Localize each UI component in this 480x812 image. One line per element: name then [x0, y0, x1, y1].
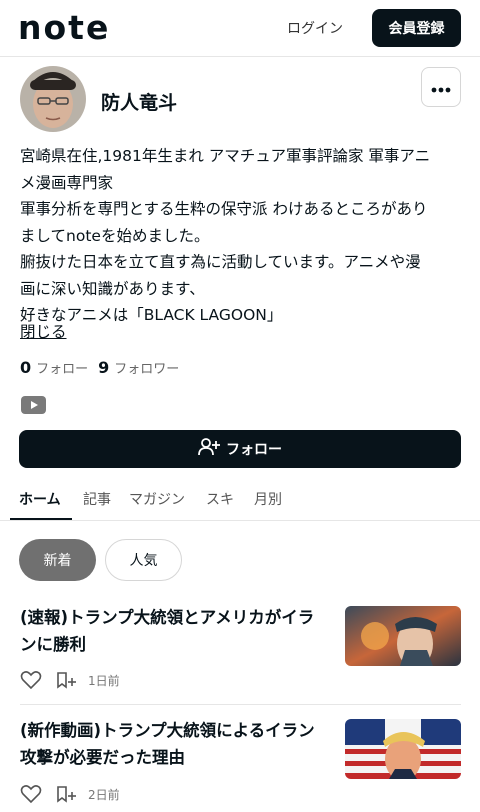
tab-likes[interactable]: スキ [206, 489, 234, 509]
follow-button[interactable]: フォロー [19, 430, 461, 468]
tab-magazines[interactable]: マガジン [129, 489, 185, 509]
followers-label[interactable]: フォロワー [114, 358, 179, 377]
active-tab-indicator [10, 518, 72, 520]
bio-line: ましてnoteを始めました。 [20, 226, 210, 245]
add-to-magazine-icon[interactable] [56, 670, 78, 690]
tab-home[interactable]: ホーム [19, 489, 61, 509]
article-meta: 2日前 [20, 782, 120, 806]
article-meta: 1日前 [20, 668, 120, 692]
register-button[interactable]: 会員登録 [372, 9, 461, 47]
bio-line: 腑抜けた日本を立て直す為に活動しています。アニメや漫 [20, 253, 421, 271]
collapse-bio-link[interactable]: 閉じる [20, 320, 67, 342]
article-title[interactable]: (新作動画)トランプ大統領によるイラン 攻撃が必要だった理由 [20, 717, 340, 771]
article-title-line: 攻撃が必要だった理由 [20, 748, 185, 767]
more-options-button[interactable] [421, 67, 461, 107]
follow-stats: 0 フォロー 9 フォロワー [20, 358, 179, 377]
follow-button-label: フォロー [226, 442, 282, 458]
bio-line: 軍事分析を専門とする生粋の保守派 わけあるところがあり [20, 200, 428, 218]
add-user-icon [198, 438, 220, 460]
article-title-line: (速報)トランプ大統領とアメリカがイラ [20, 608, 315, 627]
more-icon [431, 78, 451, 97]
note-logo[interactable]: note [18, 8, 110, 47]
tab-monthly[interactable]: 月別 [254, 489, 282, 509]
site-header: note ログイン 会員登録 [0, 0, 480, 57]
article-thumbnail[interactable] [345, 606, 461, 666]
bio-line: 好きなアニメは「BLACK LAGOON」 [20, 306, 283, 324]
login-link[interactable]: ログイン [287, 18, 343, 38]
youtube-icon[interactable] [21, 396, 46, 414]
heart-icon[interactable] [20, 670, 42, 690]
avatar [20, 66, 86, 132]
add-to-magazine-icon[interactable] [56, 784, 78, 804]
bio-line: 画に深い知識があります、 [20, 279, 205, 298]
followers-count[interactable]: 9 [98, 358, 109, 377]
profile-tabs: ホーム 記事 マガジン スキ 月別 [0, 480, 480, 521]
article-title-line: ンに勝利 [20, 635, 86, 654]
article-date: 2日前 [88, 787, 120, 802]
heart-icon[interactable] [20, 784, 42, 804]
article-title-line: (新作動画)トランプ大統領によるイラン [20, 721, 315, 740]
article-title[interactable]: (速報)トランプ大統領とアメリカがイラ ンに勝利 [20, 604, 340, 658]
following-label[interactable]: フォロー [36, 358, 88, 377]
profile-bio: 宮崎県在住,1981年生まれ アマチュア軍事評論家 軍事アニ メ漫画専門家 軍事… [20, 143, 465, 329]
filter-popular-chip[interactable]: 人気 [105, 539, 182, 581]
profile-name: 防人竜斗 [101, 92, 178, 114]
article-thumbnail[interactable] [345, 719, 461, 779]
tab-articles[interactable]: 記事 [83, 489, 111, 509]
article-date: 1日前 [88, 673, 120, 688]
article-divider [20, 704, 461, 705]
following-count[interactable]: 0 [20, 358, 31, 377]
bio-line: 宮崎県在住,1981年生まれ アマチュア軍事評論家 軍事アニ [20, 147, 431, 165]
filter-new-chip[interactable]: 新着 [19, 539, 96, 581]
bio-line: メ漫画専門家 [20, 173, 114, 192]
